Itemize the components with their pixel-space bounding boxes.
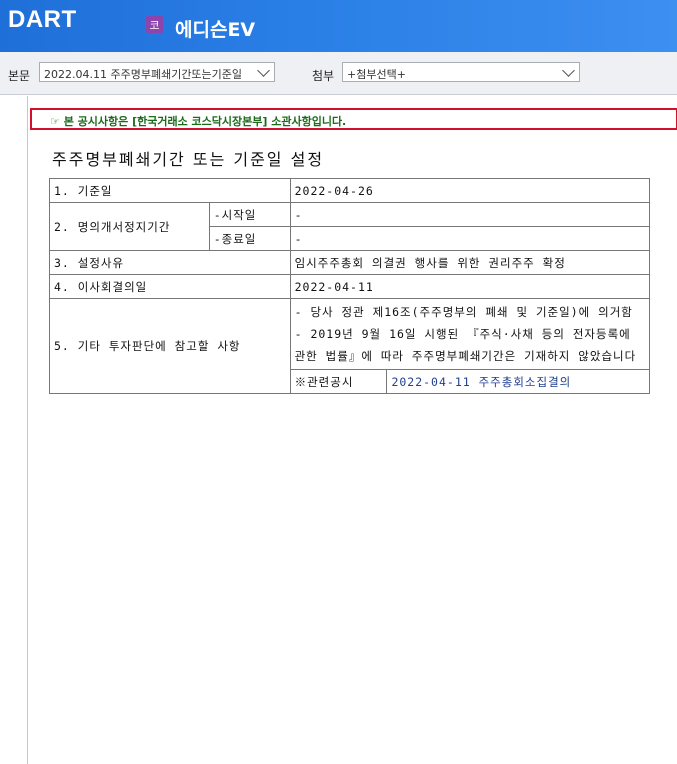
- chevron-down-icon: [562, 64, 575, 77]
- row1-value: 2022-04-26: [289, 178, 651, 203]
- document-toolbar: 본문 2022.04.11 주주명부폐쇄기간또는기준일 첨부 +첨부선택+: [0, 52, 677, 95]
- table-row: 2. 명의개서정지기간 -시작일 -: [49, 202, 651, 251]
- row4-value: 2022-04-11: [289, 274, 651, 299]
- body-select[interactable]: 2022.04.11 주주명부폐쇄기간또는기준일: [39, 62, 275, 82]
- table-row: 3. 설정사유 임시주주총회 의결권 행사를 위한 권리주주 확정: [49, 250, 651, 275]
- row5-value-line2: - 2019년 9월 16일 시행된 『주식·사채 등의 전자등록에 관한 법률…: [294, 327, 637, 363]
- row2-end-label: -종료일: [208, 226, 291, 251]
- disclosure-table: 1. 기준일 2022-04-26 2. 명의개서정지기간 -시작일 - -종료…: [49, 178, 651, 394]
- row2-label: 2. 명의개서정지기간: [49, 202, 210, 251]
- row3-value: 임시주주총회 의결권 행사를 위한 권리주주 확정: [289, 250, 651, 275]
- body-select-value: 2022.04.11 주주명부폐쇄기간또는기준일: [44, 68, 243, 81]
- attach-select[interactable]: +첨부선택+: [342, 62, 580, 82]
- logo-text: DART: [8, 6, 77, 33]
- notice-banner: ☞ 본 공시사항은 [한국거래소 코스닥시장본부] 소관사항입니다.: [30, 108, 677, 130]
- company-name: 에디슨EV: [175, 19, 256, 41]
- row2-end-value: -: [289, 226, 651, 251]
- row2-start-value: -: [289, 202, 651, 227]
- row4-label: 4. 이사회결의일: [49, 274, 291, 299]
- row5-value-line1: - 당사 정관 제16조(주주명부의 폐쇄 및 기준일)에 의거함: [294, 305, 633, 319]
- top-header: DART 코 에디슨EV: [0, 0, 677, 52]
- document-title: 주주명부폐쇄기간 또는 기준일 설정: [52, 150, 325, 169]
- related-link[interactable]: 2022-04-11 주주총회소집결의: [386, 369, 650, 394]
- row1-label: 1. 기준일: [49, 178, 291, 203]
- row3-label: 3. 설정사유: [49, 250, 291, 275]
- row2-start-label: -시작일: [208, 202, 291, 227]
- chevron-down-icon: [257, 64, 270, 77]
- table-row: 1. 기준일 2022-04-26: [49, 178, 651, 203]
- row5-label: 5. 기타 투자판단에 참고할 사항: [49, 298, 291, 394]
- related-label: ※관련공시: [289, 369, 388, 394]
- document-viewer[interactable]: ☞ 본 공시사항은 [한국거래소 코스닥시장본부] 소관사항입니다. 주주명부폐…: [27, 96, 677, 764]
- table-row: 5. 기타 투자판단에 참고할 사항 - 당사 정관 제16조(주주명부의 폐쇄…: [49, 298, 651, 394]
- attach-select-value: +첨부선택+: [347, 68, 406, 81]
- market-badge: 코: [146, 16, 163, 33]
- row5-value: - 당사 정관 제16조(주주명부의 폐쇄 및 기준일)에 의거함 - 2019…: [289, 298, 651, 370]
- body-label: 본문: [8, 69, 31, 83]
- dart-logo[interactable]: DART: [8, 6, 77, 34]
- table-row: 4. 이사회결의일 2022-04-11: [49, 274, 651, 299]
- attach-label: 첨부: [312, 69, 335, 83]
